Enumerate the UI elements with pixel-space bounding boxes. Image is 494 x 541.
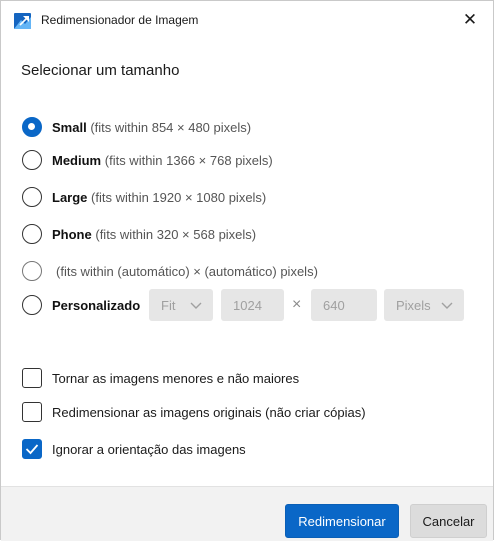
close-icon: ✕ [462,10,478,29]
fit-mode-value: Fit [161,297,176,313]
title-bar[interactable]: Redimensionador de Imagem ✕ [1,1,493,39]
checkbox-label: Tornar as imagens menores e não maiores [52,370,300,386]
option-name: Personalizado [52,297,141,313]
resize-button[interactable]: Redimensionar [285,504,399,538]
chevron-down-icon [190,302,202,309]
times-symbol: × [292,296,302,313]
chevron-down-icon [441,302,453,309]
close-button[interactable]: ✕ [447,1,493,39]
height-input[interactable]: 640 [311,289,377,321]
height-value: 640 [323,297,345,313]
dialog-footer: Redimensionar Cancelar [1,486,493,541]
option-desc: (fits within 320 × 568 pixels) [95,226,257,242]
option-shrink-only[interactable]: Tornar as imagens menores e não maiores [22,367,299,389]
image-resizer-dialog: Redimensionador de Imagem ✕ Selecionar u… [0,0,494,541]
section-heading: Selecionar um tamanho [21,62,180,79]
option-name: Phone [52,226,92,242]
option-resize-originals[interactable]: Redimensionar as imagens originais (não … [22,401,366,423]
radio-auto[interactable] [22,261,42,281]
size-option-custom[interactable]: Personalizado [22,293,140,317]
unit-value: Pixels [396,297,431,313]
size-option-medium[interactable]: Medium (fits within 1366 × 768 pixels) [22,148,273,172]
option-name: Large [52,189,88,205]
cancel-button[interactable]: Cancelar [410,504,487,538]
option-desc: (fits within (automático) × (automático)… [56,263,318,279]
size-option-small[interactable]: Small (fits within 854 × 480 pixels) [22,115,251,139]
size-option-auto[interactable]: (fits within (automático) × (automático)… [22,259,318,283]
option-desc: (fits within 1920 × 1080 pixels) [91,189,267,205]
checkbox-label: Ignorar a orientação das imagens [52,441,246,457]
size-option-large[interactable]: Large (fits within 1920 × 1080 pixels) [22,185,266,209]
checkbox-ignore-orientation[interactable] [22,439,42,459]
radio-custom[interactable] [22,295,42,315]
checkbox-resize-originals[interactable] [22,402,42,422]
option-ignore-orientation[interactable]: Ignorar a orientação das imagens [22,438,246,460]
checkmark-icon [25,444,39,455]
option-desc: (fits within 1366 × 768 pixels) [104,152,273,168]
image-resizer-icon [14,13,31,29]
checkbox-shrink-only[interactable] [22,368,42,388]
option-name: Small [52,119,87,135]
radio-small[interactable] [22,117,42,137]
checkbox-label: Redimensionar as imagens originais (não … [52,404,366,420]
option-desc: (fits within 854 × 480 pixels) [90,119,252,135]
unit-dropdown[interactable]: Pixels [384,289,464,321]
width-value: 1024 [233,297,262,313]
width-input[interactable]: 1024 [221,289,284,321]
radio-phone[interactable] [22,224,42,244]
radio-medium[interactable] [22,150,42,170]
radio-large[interactable] [22,187,42,207]
option-name: Medium [52,152,102,168]
size-option-phone[interactable]: Phone (fits within 320 × 568 pixels) [22,222,256,246]
fit-mode-dropdown[interactable]: Fit [149,289,213,321]
window-title: Redimensionador de Imagem [41,13,199,27]
